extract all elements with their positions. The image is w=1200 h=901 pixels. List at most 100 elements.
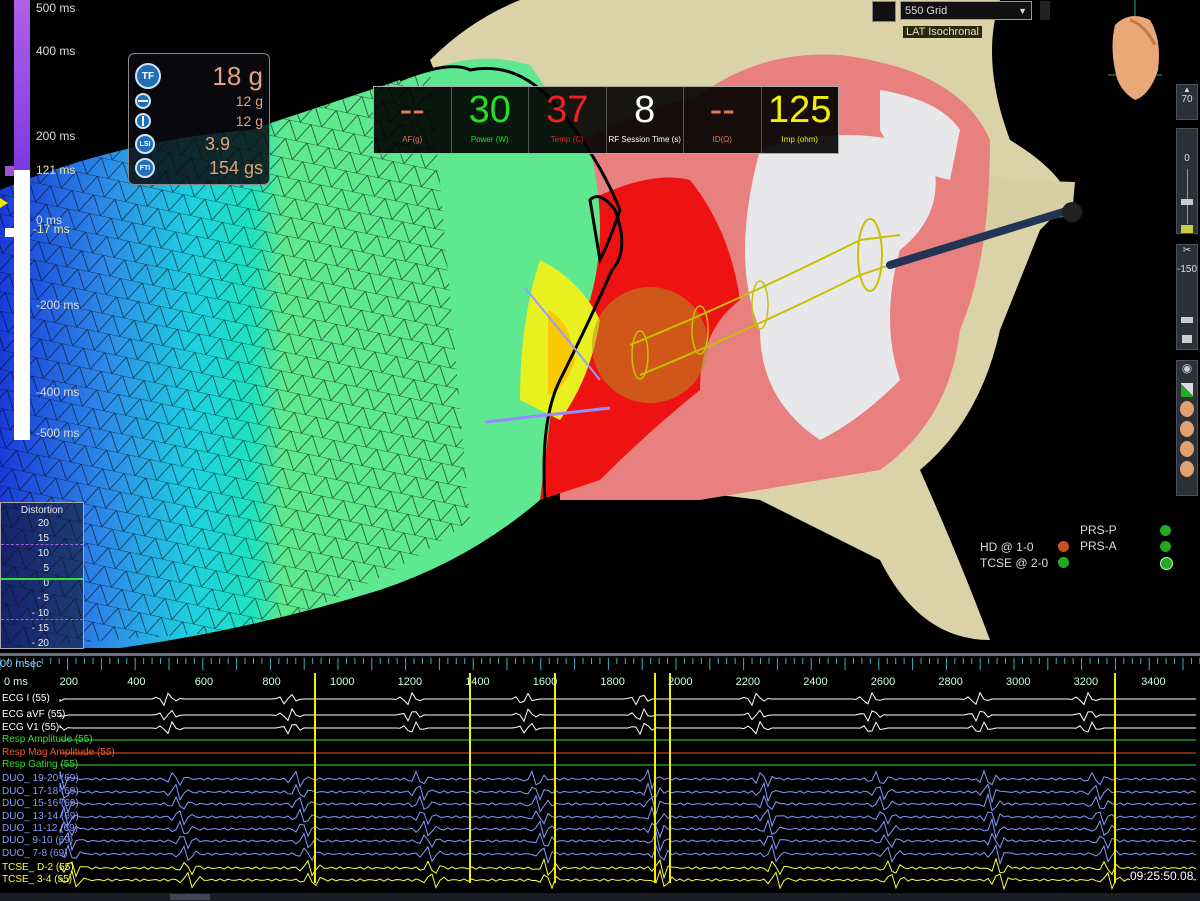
channel-label[interactable]: DUO_ 15-16 (69) xyxy=(2,798,79,809)
rf-value: 30 xyxy=(468,89,511,131)
rf-cell: 37 Temp (C) xyxy=(529,87,607,153)
egm-trace xyxy=(59,817,1197,840)
rf-value: 37 xyxy=(546,89,589,131)
chevron-down-icon: ▼ xyxy=(1018,6,1027,16)
lateral-force-icon xyxy=(135,113,151,129)
distortion-tick: 15 xyxy=(37,533,49,544)
view-selector-button[interactable] xyxy=(872,1,896,22)
grid-select-value: 550 Grid xyxy=(905,5,948,17)
rf-cell: 30 Power (W) xyxy=(452,87,529,153)
rotation-slider-1[interactable]: 0 xyxy=(1176,128,1198,234)
distortion-tick: - 20 xyxy=(31,638,49,649)
tf-badge-icon: TF xyxy=(135,63,161,89)
scale-marker-17[interactable] xyxy=(5,228,14,237)
channel-label[interactable]: DUO_ 13-14 (69) xyxy=(2,811,79,822)
legend-prs-a: PRS-A xyxy=(1080,539,1117,553)
lock-icon[interactable] xyxy=(1182,335,1192,343)
egm-trace xyxy=(59,691,1196,707)
egm-trace xyxy=(59,768,1197,791)
rf-value: 125 xyxy=(768,89,832,131)
channel-label[interactable]: DUO_ 11-12 (69) xyxy=(2,823,78,834)
channel-label[interactable]: ECG V1 (55) xyxy=(2,722,59,733)
grid-select-dropdown[interactable]: 550 Grid ▼ xyxy=(900,1,1032,20)
channel-label[interactable]: TCSE_ D-2 (55) xyxy=(2,862,74,873)
channel-label[interactable]: ECG aVF (55) xyxy=(2,709,65,720)
lsi-value: 3.9 xyxy=(205,133,231,154)
scrollbar-thumb[interactable] xyxy=(170,894,210,900)
distortion-title: Distortion xyxy=(20,505,64,516)
channel-label[interactable]: Resp Gating (55) xyxy=(2,759,78,770)
rf-cell: 8 RF Session Time (s) xyxy=(607,87,684,153)
time-axis-tick: 2400 xyxy=(803,676,828,688)
channel-label[interactable]: DUO_ 7-8 (69) xyxy=(2,848,68,859)
channel-label[interactable]: Resp Mag Amplitude (55) xyxy=(2,747,115,758)
time-axis-tick: 1800 xyxy=(600,676,625,688)
head-view-icon[interactable] xyxy=(1180,421,1194,437)
rf-value: 8 xyxy=(634,89,656,131)
rf-label: Power (W) xyxy=(470,135,509,144)
channel-label[interactable]: DUO_ 19-20 (69) xyxy=(2,773,79,784)
rf-cell: 125 Imp (ohm) xyxy=(762,87,839,153)
eye-icon[interactable]: ◉ xyxy=(1177,361,1197,381)
orientation-head-icon[interactable] xyxy=(1100,0,1170,110)
distortion-tick: - 5 xyxy=(37,593,49,604)
time-axis-tick: 3000 xyxy=(1006,676,1031,688)
expand-icon[interactable] xyxy=(1160,557,1173,570)
channel-label[interactable]: DUO_ 9-10 (69) xyxy=(2,835,73,846)
ruler-icon[interactable] xyxy=(1181,383,1193,397)
scale-label: -17 ms xyxy=(33,222,70,236)
legend-tcse: TCSE @ 2-0 xyxy=(980,556,1049,570)
rf-label: RF Session Time (s) xyxy=(608,135,681,144)
lat-color-scale[interactable] xyxy=(14,0,30,440)
scale-label: -500 ms xyxy=(36,426,80,440)
timestamp: 09:25:50.08 xyxy=(1130,869,1194,883)
head-view-icon[interactable] xyxy=(1180,461,1194,477)
prs-a-status-icon[interactable] xyxy=(1160,541,1171,552)
close-icon[interactable] xyxy=(1040,1,1050,20)
slider-thumb[interactable] xyxy=(1181,317,1193,323)
fti-badge-icon: FTI xyxy=(135,158,155,178)
distortion-tick: - 10 xyxy=(31,608,49,619)
time-axis-tick: 3200 xyxy=(1073,676,1099,688)
lateral-force-value: 12 g xyxy=(235,113,263,129)
legend-hd: HD @ 1-0 xyxy=(980,540,1034,554)
hd-status-icon[interactable] xyxy=(1058,541,1069,552)
rf-label: Temp (C) xyxy=(550,135,584,144)
scale-label: 500 ms xyxy=(36,1,76,15)
rf-label: AF(g) xyxy=(402,135,423,144)
tcse-status-icon[interactable] xyxy=(1058,557,1069,568)
prs-p-status-icon[interactable] xyxy=(1160,525,1171,536)
slider-track xyxy=(1187,169,1188,224)
total-force-value: 18 g xyxy=(212,60,263,91)
time-axis-tick: 1000 xyxy=(330,676,355,688)
channel-label[interactable]: TCSE_ 3-4 (55) xyxy=(2,874,72,885)
scale-marker-121[interactable] xyxy=(5,166,14,176)
time-axis-tick: 1400 xyxy=(465,676,490,688)
head-view-icon[interactable] xyxy=(1180,401,1194,417)
rf-value: -- xyxy=(399,89,425,131)
distortion-tick: 5 xyxy=(43,563,49,574)
channel-label[interactable]: DUO_ 17-18 (69) xyxy=(2,786,79,797)
pin-icon[interactable] xyxy=(1181,225,1193,233)
time-axis-tick: 2200 xyxy=(735,676,761,688)
egm-trace xyxy=(59,805,1197,828)
time-axis-tick: 800 xyxy=(262,676,281,688)
egm-trace xyxy=(59,707,1196,723)
contact-force-panel: TF 18 g 12 g 12 g LSI 3.9 FTI 154 gs xyxy=(128,53,270,185)
view-presets[interactable]: ◉ xyxy=(1176,360,1198,496)
rotation-slider-2[interactable]: ✂ -150 xyxy=(1176,244,1198,350)
horizontal-scrollbar[interactable] xyxy=(0,893,1200,901)
scale-label: 400 ms xyxy=(36,44,76,58)
channel-label[interactable]: Resp Amplitude (55) xyxy=(2,734,93,745)
rf-cell: -- ID(Ω) xyxy=(684,87,762,153)
scale-marker-0[interactable] xyxy=(0,198,8,208)
egm-trace xyxy=(59,792,1197,816)
channel-label[interactable]: ECG I (55) xyxy=(2,693,50,704)
slider-thumb[interactable] xyxy=(1181,199,1193,205)
egm-trace xyxy=(59,781,1197,804)
head-view-icon[interactable] xyxy=(1180,441,1194,457)
electrogram-traces xyxy=(0,658,1200,891)
zoom-control[interactable]: ▲ 70 xyxy=(1176,84,1198,120)
map-type-label: LAT Isochronal xyxy=(903,26,982,38)
time-axis-tick: 200 xyxy=(59,676,78,688)
